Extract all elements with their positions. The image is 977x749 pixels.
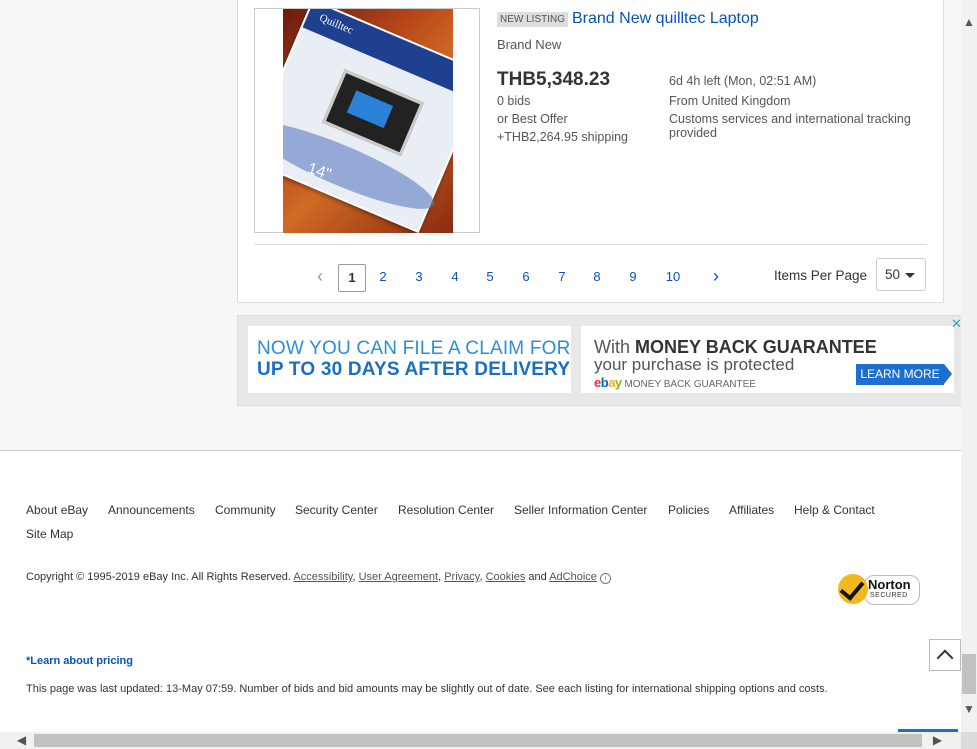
caret-down-icon bbox=[905, 273, 915, 278]
listing-bids: 0 bids bbox=[497, 94, 531, 108]
items-per-page-label: Items Per Page bbox=[774, 268, 868, 283]
listing-best-offer: or Best Offer bbox=[497, 112, 568, 126]
ad-claim-line1: NOW YOU CAN FILE A CLAIM FOR bbox=[257, 338, 571, 359]
legal-link-adchoice[interactable]: AdChoice bbox=[549, 571, 597, 583]
new-listing-badge: NEW LISTING bbox=[497, 12, 569, 27]
ebay-logo: ebay bbox=[594, 375, 622, 390]
norton-secured-text: SECURED bbox=[870, 592, 908, 599]
page-1[interactable]: 1 bbox=[338, 264, 366, 292]
ad-guarantee-subline: your purchase is protected bbox=[594, 355, 795, 374]
page-7[interactable]: 7 bbox=[553, 264, 571, 290]
results-divider bbox=[254, 244, 927, 245]
vertical-scroll-thumb[interactable] bbox=[962, 654, 976, 694]
horizontal-scroll-thumb[interactable] bbox=[34, 734, 922, 747]
page-6[interactable]: 6 bbox=[517, 264, 535, 290]
footer-link-announcements[interactable]: Announcements bbox=[108, 503, 195, 517]
back-to-top-button[interactable] bbox=[929, 639, 961, 671]
scroll-right-icon[interactable]: ▶ bbox=[929, 732, 946, 749]
page-10[interactable]: 10 bbox=[662, 264, 684, 290]
page-4[interactable]: 4 bbox=[446, 264, 464, 290]
legal-link-cookies[interactable]: Cookies bbox=[486, 571, 526, 583]
footer-link-seller-information-center[interactable]: Seller Information Center bbox=[514, 503, 647, 517]
ad-guarantee-small: MONEY BACK GUARANTEE bbox=[624, 379, 756, 390]
items-per-page-value: 50 bbox=[885, 267, 901, 282]
vertical-scrollbar[interactable]: ▲ ▼ bbox=[961, 0, 977, 732]
listing-thumbnail[interactable]: Quilltec 14" bbox=[254, 8, 480, 233]
ad-guarantee-bold: MONEY BACK GUARANTEE bbox=[635, 337, 877, 357]
copyright-line: Copyright © 1995-2019 eBay Inc. All Righ… bbox=[26, 571, 611, 584]
norton-name: Norton bbox=[868, 577, 911, 592]
norton-secured-seal[interactable]: Norton SECURED bbox=[838, 573, 920, 607]
footer-link-affiliates[interactable]: Affiliates bbox=[729, 503, 774, 517]
listing-customs-note: Customs services and international track… bbox=[669, 112, 911, 140]
listing-location: From United Kingdom bbox=[669, 94, 791, 108]
page-9[interactable]: 9 bbox=[624, 264, 642, 290]
page-5[interactable]: 5 bbox=[481, 264, 499, 290]
scrollbar-corner bbox=[961, 732, 977, 749]
footer-link-policies[interactable]: Policies bbox=[668, 503, 709, 517]
ad-guarantee-panel[interactable]: With MONEY BACK GUARANTEE your purchase … bbox=[581, 326, 954, 393]
listing-condition: Brand New bbox=[497, 37, 562, 52]
footer bbox=[0, 451, 961, 741]
and-text: and bbox=[528, 571, 547, 583]
scroll-down-icon[interactable]: ▼ bbox=[961, 701, 977, 717]
info-icon[interactable]: i bbox=[599, 573, 611, 584]
listing-shipping: +THB2,264.95 shipping bbox=[497, 130, 628, 144]
learn-about-pricing-link[interactable]: *Learn about pricing bbox=[26, 655, 133, 667]
scroll-accent bbox=[898, 729, 958, 732]
scroll-left-icon[interactable]: ◀ bbox=[13, 732, 30, 749]
footer-link-community[interactable]: Community bbox=[215, 503, 276, 517]
footer-link-about-ebay[interactable]: About eBay bbox=[26, 503, 88, 517]
items-per-page-select[interactable]: 50 bbox=[876, 258, 926, 291]
legal-link-user-agreement[interactable]: User Agreement bbox=[359, 571, 438, 583]
footer-link-security-center[interactable]: Security Center bbox=[295, 503, 378, 517]
page-8[interactable]: 8 bbox=[588, 264, 606, 290]
ad-claim-line2: UP TO 30 DAYS AFTER DELIVERY bbox=[257, 359, 571, 380]
scroll-up-icon[interactable]: ▲ bbox=[961, 14, 977, 30]
chevron-right-icon[interactable]: › bbox=[707, 266, 725, 286]
listing-title-link[interactable]: Brand New quilltec Laptop bbox=[572, 10, 759, 28]
listing-price: THB5,348.23 bbox=[497, 69, 611, 90]
laptop-box-photo: Quilltec 14" bbox=[283, 9, 453, 233]
learn-more-button[interactable]: LEARN MORE bbox=[856, 364, 952, 385]
last-updated-note: This page was last updated: 13-May 07:59… bbox=[26, 683, 828, 695]
page-3[interactable]: 3 bbox=[410, 264, 428, 290]
copyright-text: Copyright © 1995-2019 eBay Inc. All Righ… bbox=[26, 571, 291, 583]
footer-link-resolution-center[interactable]: Resolution Center bbox=[398, 503, 494, 517]
chevron-left-icon[interactable]: ‹ bbox=[311, 266, 329, 286]
listing-time-left: 6d 4h left (Mon, 02:51 AM) bbox=[669, 74, 817, 88]
box-art: Quilltec 14" bbox=[283, 9, 453, 233]
horizontal-scrollbar[interactable]: ◀ ▶ bbox=[0, 729, 961, 749]
ad-claim-panel[interactable]: NOW YOU CAN FILE A CLAIM FOR UP TO 30 DA… bbox=[248, 326, 571, 393]
legal-link-privacy[interactable]: Privacy bbox=[444, 571, 479, 583]
page-2[interactable]: 2 bbox=[374, 264, 392, 290]
footer-link-help-contact[interactable]: Help & Contact bbox=[794, 503, 875, 517]
ad-guarantee-prefix: With bbox=[594, 337, 636, 357]
footer-link-site-map[interactable]: Site Map bbox=[26, 527, 73, 541]
ad-guarantee-logo-row: ebay MONEY BACK GUARANTEE bbox=[594, 375, 756, 390]
legal-link-accessibility[interactable]: Accessibility bbox=[293, 571, 352, 583]
